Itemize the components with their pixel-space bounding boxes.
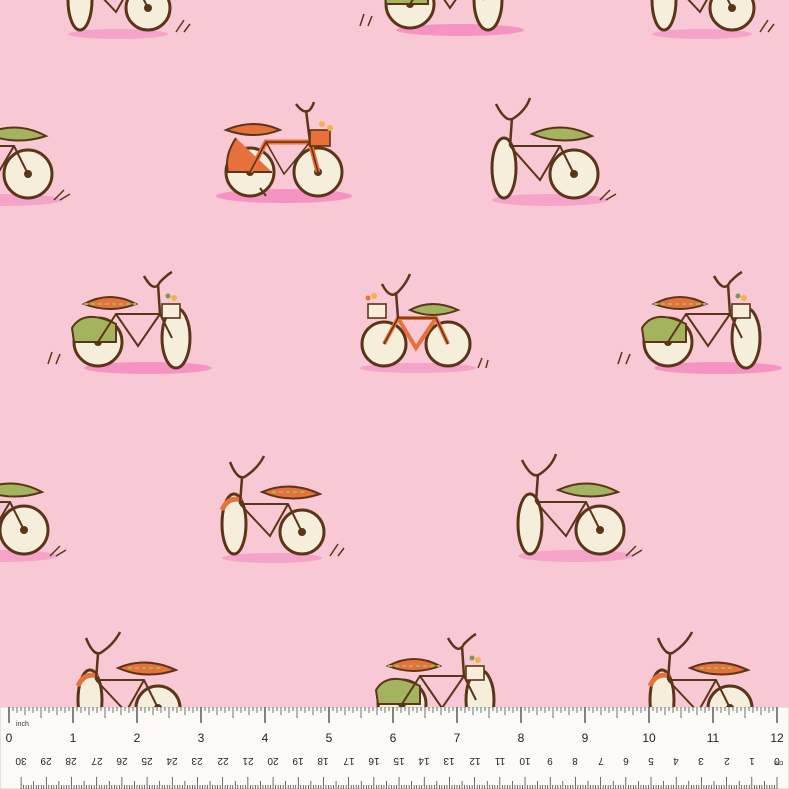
measuring-ruler bbox=[0, 707, 789, 789]
fabric-background bbox=[0, 0, 789, 789]
ruler-body bbox=[0, 707, 789, 789]
fabric-print bbox=[0, 0, 789, 789]
